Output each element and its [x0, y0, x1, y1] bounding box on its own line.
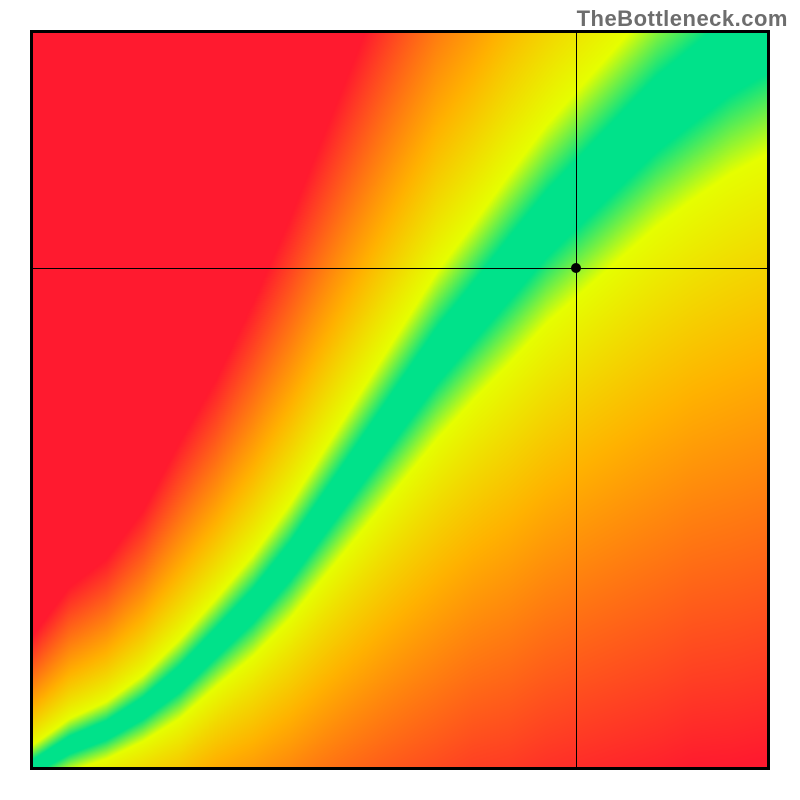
heatmap-plot [30, 30, 770, 770]
crosshair-horizontal [33, 268, 767, 269]
crosshair-vertical [576, 33, 577, 767]
selection-marker [571, 263, 581, 273]
brand-watermark: TheBottleneck.com [577, 6, 788, 32]
heatmap-canvas [33, 33, 767, 767]
chart-container: TheBottleneck.com [0, 0, 800, 800]
